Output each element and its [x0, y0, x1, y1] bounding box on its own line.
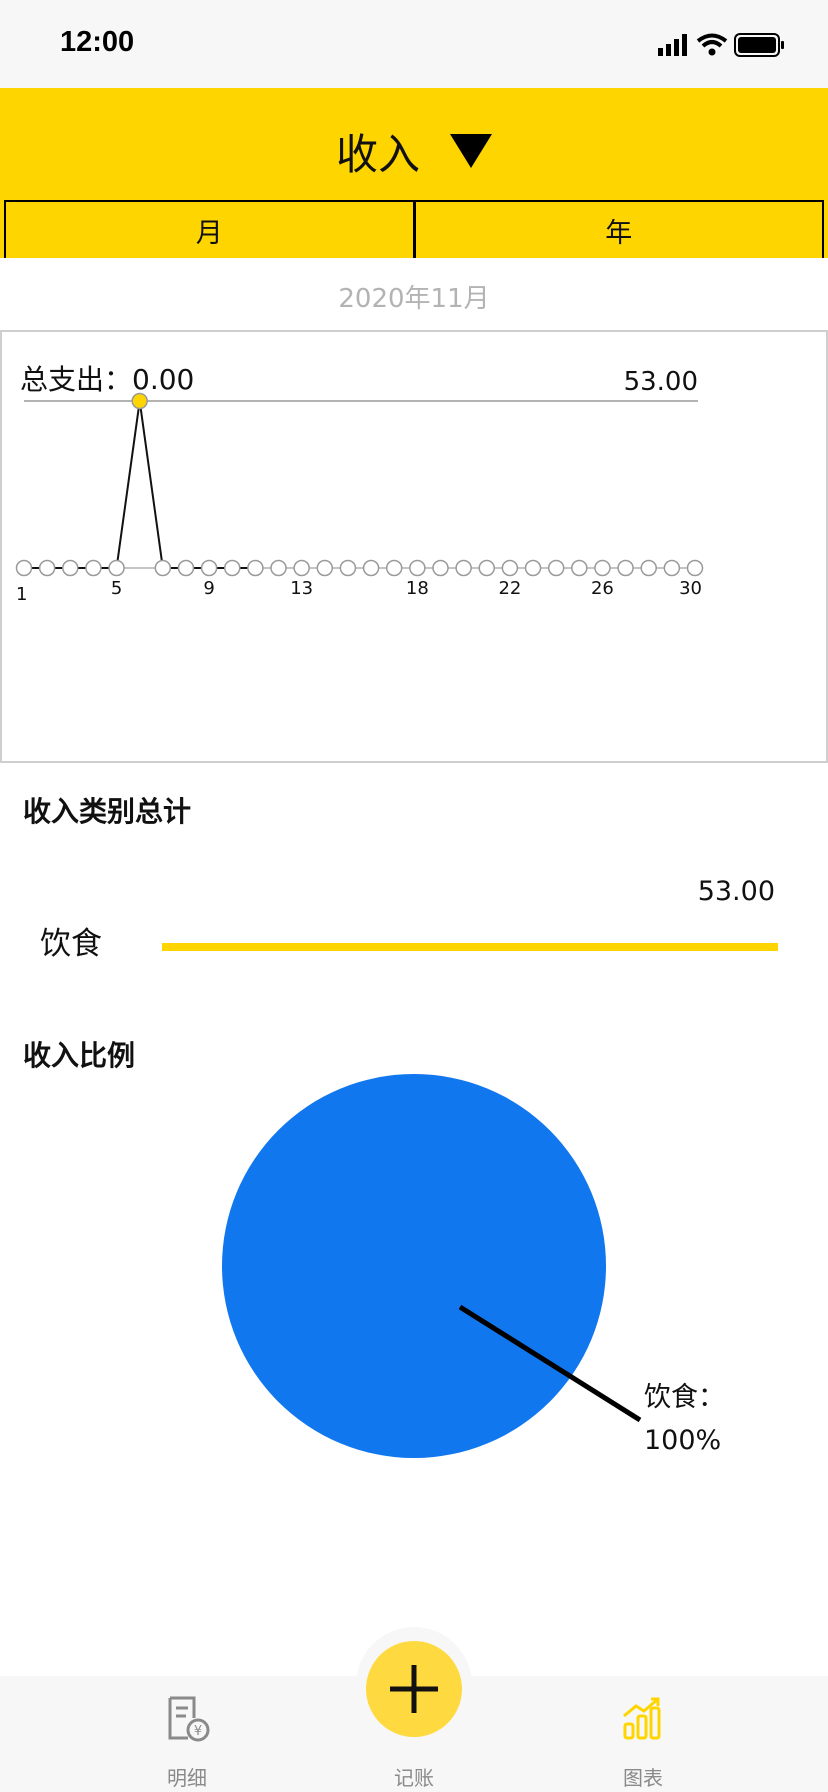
- data-point: [339, 559, 357, 577]
- plus-icon: [390, 1665, 438, 1713]
- data-point: [571, 559, 588, 577]
- tab-charts[interactable]: 图表: [563, 1676, 723, 1792]
- max-value-label: 53.00: [624, 367, 698, 397]
- x-tick-label: 9: [203, 578, 214, 599]
- data-point: [15, 559, 33, 577]
- data-point: [38, 559, 56, 577]
- series-line: [24, 400, 256, 569]
- tab-charts-label: 图表: [623, 1766, 663, 1790]
- bar-chart-icon: [623, 1697, 661, 1740]
- data-point: [293, 559, 310, 577]
- tab-record-label: 记账: [394, 1766, 434, 1790]
- x-tick-label: 18: [406, 578, 429, 599]
- battery-icon: [734, 33, 784, 57]
- status-bar: 12:00: [0, 0, 828, 88]
- x-tick-label: 13: [290, 578, 313, 599]
- data-point: [501, 559, 519, 577]
- x-tick-label: 30: [679, 578, 702, 599]
- data-point: [640, 559, 657, 577]
- tab-details-label: 明细: [167, 1766, 207, 1790]
- data-point: [663, 559, 681, 577]
- svg-text:¥: ¥: [194, 1724, 202, 1739]
- signal-icon: [658, 34, 687, 56]
- line-chart: 53.00 1 5 9 13 18 22 26 30: [15, 367, 704, 605]
- data-point: [524, 559, 542, 577]
- data-point: [62, 559, 79, 577]
- status-time: 12:00: [60, 26, 135, 58]
- category-totals-title: 收入类别总计: [23, 795, 192, 828]
- data-point: [200, 559, 218, 577]
- data-point: [247, 559, 264, 577]
- data-point: [131, 392, 148, 410]
- category-name: 饮食: [40, 926, 102, 962]
- data-point: [223, 559, 241, 577]
- pie-chart: [222, 1074, 642, 1458]
- line-chart-card: 总支出：0.00 53.00 1 5 9 13 18 22 26 30: [0, 330, 828, 763]
- tab-details[interactable]: ¥ 明细: [107, 1676, 267, 1792]
- data-point: [270, 559, 287, 577]
- pie-slice: [222, 1074, 606, 1458]
- pie-slice-percent: 100%: [644, 1425, 722, 1456]
- data-point: [385, 559, 403, 577]
- data-point: [432, 559, 449, 577]
- data-point: [362, 559, 380, 577]
- caret-down-icon: [450, 134, 492, 168]
- data-point: [617, 559, 634, 577]
- data-point: [594, 559, 611, 577]
- x-tick-label: 22: [498, 578, 521, 599]
- x-tick-label: 26: [591, 578, 614, 599]
- data-point: [455, 559, 472, 577]
- segment-month[interactable]: 月: [6, 202, 413, 258]
- segment-year[interactable]: 年: [412, 202, 823, 258]
- period-label[interactable]: 2020年11月: [0, 278, 828, 315]
- category-amount: 53.00: [697, 876, 775, 907]
- type-selector-label: 收入: [335, 129, 420, 179]
- data-point: [85, 559, 102, 577]
- data-point: [108, 559, 125, 577]
- data-point: [686, 559, 704, 577]
- header: 收入 月 年: [0, 88, 828, 258]
- x-tick-label: 1: [16, 584, 27, 605]
- pie-slice-label: 饮食：: [644, 1382, 725, 1413]
- type-selector[interactable]: 收入: [0, 106, 828, 196]
- data-point: [177, 559, 195, 577]
- data-point: [547, 559, 565, 577]
- wifi-icon: [696, 33, 728, 56]
- status-icons: [658, 33, 784, 57]
- x-tick-label: 5: [111, 578, 122, 599]
- add-record-button[interactable]: [366, 1641, 462, 1737]
- bill-icon: ¥: [168, 1696, 210, 1742]
- period-segmented-control: 月 年: [4, 200, 824, 258]
- data-point: [478, 559, 496, 577]
- data-point: [154, 559, 172, 577]
- category-bar: [162, 943, 778, 951]
- data-point: [409, 559, 426, 577]
- data-point: [316, 559, 334, 577]
